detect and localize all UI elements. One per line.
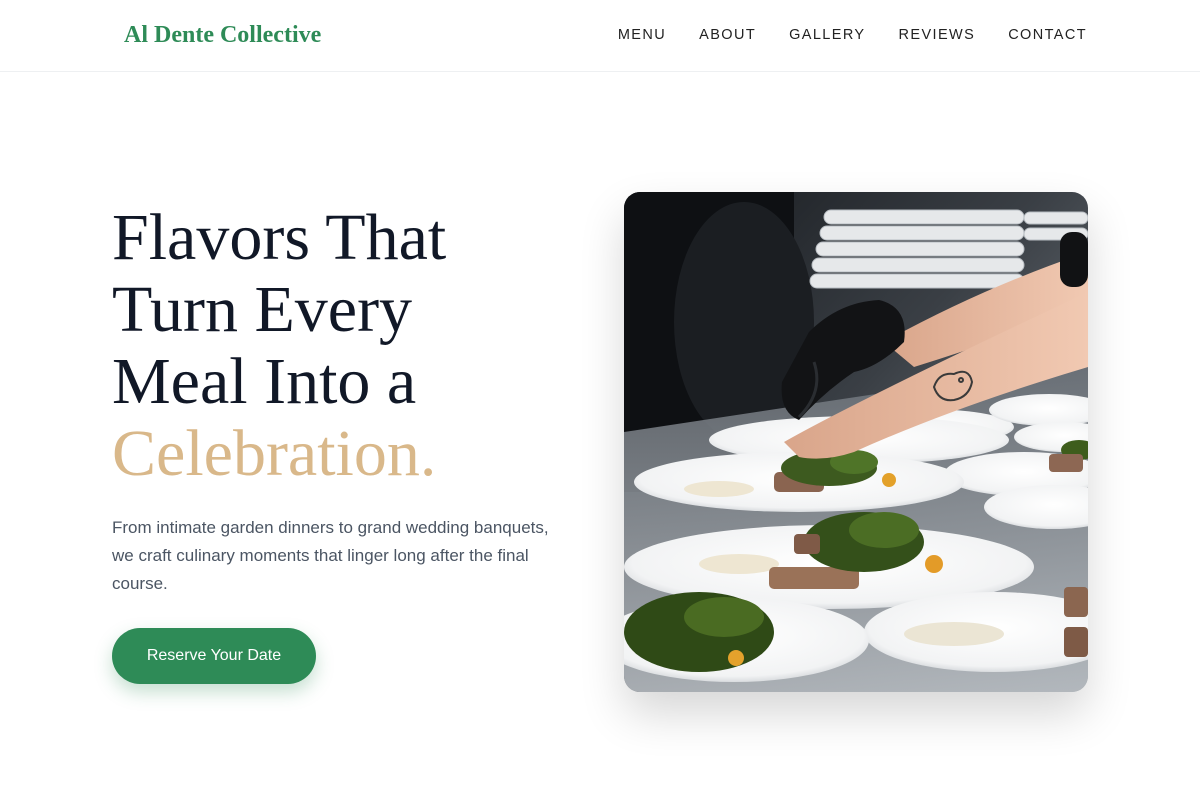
- site-header: Al Dente Collective MENU ABOUT GALLERY R…: [0, 0, 1200, 72]
- hero-photo-plating: [624, 192, 1088, 692]
- main-nav: MENU ABOUT GALLERY REVIEWS CONTACT: [618, 27, 1087, 43]
- headline-line: Meal Into a: [112, 345, 417, 418]
- hero-headline: Flavors That Turn Every Meal Into a Cele…: [112, 202, 582, 490]
- headline-line: Flavors That: [112, 201, 447, 274]
- hero-text: Flavors That Turn Every Meal Into a Cele…: [112, 202, 582, 598]
- nav-link-reviews[interactable]: REVIEWS: [899, 27, 976, 43]
- nav-link-about[interactable]: ABOUT: [699, 27, 756, 43]
- site-logo[interactable]: Al Dente Collective: [124, 22, 321, 49]
- headline-accent: Celebration.: [112, 417, 437, 490]
- nav-link-menu[interactable]: MENU: [618, 27, 666, 43]
- headline-line: Turn Every: [112, 273, 413, 346]
- nav-link-gallery[interactable]: GALLERY: [789, 27, 865, 43]
- hero-subtext: From intimate garden dinners to grand we…: [112, 518, 549, 593]
- nav-link-contact[interactable]: CONTACT: [1008, 27, 1087, 43]
- reserve-date-button[interactable]: Reserve Your Date: [112, 628, 316, 684]
